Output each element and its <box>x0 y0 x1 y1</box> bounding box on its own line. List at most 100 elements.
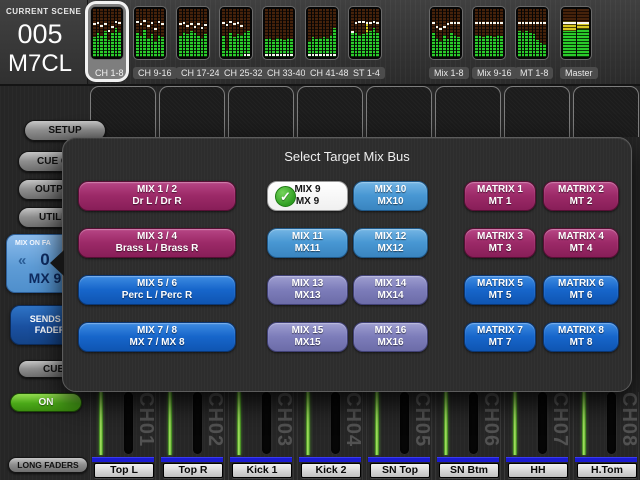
nav-block-mix-9-16[interactable]: Mix 9-16 <box>470 4 508 79</box>
nav-block-label: CH 9-16 <box>133 63 167 81</box>
meter-level <box>436 38 439 57</box>
meter-bar <box>158 9 161 57</box>
nav-block-ch-9-16[interactable]: CH 9-16 <box>131 4 169 79</box>
meter-bar <box>233 9 236 57</box>
on-button[interactable]: ON <box>10 393 82 412</box>
mix-bus-button-mix-11[interactable]: MIX 11MX11 <box>267 228 348 258</box>
fader-position-mark <box>97 22 100 24</box>
nav-block-ch-33-40[interactable]: CH 33-40 <box>260 4 298 79</box>
meter-level <box>493 37 496 57</box>
nav-block-ch-17-24[interactable]: CH 17-24 <box>174 4 212 79</box>
mix-bus-button-matrix-4[interactable]: MATRIX 4MT 4 <box>543 228 619 258</box>
meter-bar <box>115 9 118 57</box>
meter-bar <box>140 9 143 57</box>
nav-block-label: Mix 1-8 <box>429 63 463 81</box>
meter-bar <box>222 9 225 57</box>
channel-name-label[interactable]: Kick 2 <box>301 463 361 478</box>
channel-name-label[interactable]: HH <box>508 463 568 478</box>
nav-block-label: MT 1-8 <box>515 63 549 81</box>
channel-name-label[interactable]: Kick 1 <box>232 463 292 478</box>
mix-bus-name: MATRIX 3 <box>477 231 523 244</box>
channel-name-label[interactable]: Top L <box>94 463 154 478</box>
mix-bus-name: MATRIX 7 <box>477 325 523 338</box>
mix-bus-custom-label: MX10 <box>377 196 403 209</box>
mix-bus-custom-label: MT 8 <box>570 337 593 350</box>
mix-bus-button-matrix-5[interactable]: MATRIX 5MT 5 <box>464 275 536 305</box>
fader-position-mark <box>272 54 275 56</box>
meter-display <box>133 6 167 60</box>
channel-strip-top <box>228 86 294 137</box>
dialog-pointer-arrow <box>50 250 64 276</box>
mix-bus-button-mix-14[interactable]: MIX 14MX14 <box>353 275 428 305</box>
long-faders-button[interactable]: LONG FADERS <box>8 457 88 473</box>
nav-block-mt-1-8[interactable]: MT 1-8 <box>513 4 551 79</box>
fader-position-mark <box>443 26 446 28</box>
mix-bus-button-mix-5-6[interactable]: MIX 5 / 6Perc L / Perc R <box>78 275 236 305</box>
meter-bar <box>369 9 372 57</box>
mix-bus-button-matrix-6[interactable]: MATRIX 6MT 6 <box>543 275 619 305</box>
nav-block-ch-25-32[interactable]: CH 25-32 <box>217 4 255 79</box>
mix-bus-button-mix-1-2[interactable]: MIX 1 / 2Dr L / Dr R <box>78 181 236 211</box>
nav-block-st-1-4[interactable]: ST 1-4 <box>346 4 384 79</box>
channel-number-label: CH03 <box>276 392 292 456</box>
fader-slot[interactable] <box>400 392 409 454</box>
mix-bus-name: MIX 12 <box>375 231 407 244</box>
mix-bus-button-mix-15[interactable]: MIX 15MX15 <box>267 322 348 352</box>
nav-block-mix-1-8[interactable]: Mix 1-8 <box>427 4 465 79</box>
fader-position-mark <box>151 22 154 24</box>
channel-name-label[interactable]: Top R <box>163 463 223 478</box>
meter-bar <box>563 9 576 57</box>
meter-level <box>118 32 121 57</box>
fader-slot[interactable] <box>607 392 616 454</box>
fader-position-mark <box>204 24 207 26</box>
meter-display <box>262 6 296 60</box>
meter-bar <box>194 9 197 57</box>
meter-level <box>454 35 457 57</box>
fader-slot[interactable] <box>124 392 133 454</box>
mix-bus-button-matrix-2[interactable]: MATRIX 2MT 2 <box>543 181 619 211</box>
channel-name-label[interactable]: SN Btm <box>439 463 499 478</box>
fader-position-mark <box>533 22 536 24</box>
fader-slot[interactable] <box>262 392 271 454</box>
channel-name-label[interactable]: H.Tom <box>577 463 637 478</box>
nav-block-master[interactable]: Master <box>558 4 594 79</box>
fader-slot[interactable] <box>469 392 478 454</box>
mix-bus-name: MIX 11 <box>292 231 323 244</box>
mix-bus-button-mix-12[interactable]: MIX 12MX12 <box>353 228 428 258</box>
fader-slot[interactable] <box>538 392 547 454</box>
mix-bus-name: MATRIX 8 <box>558 325 604 338</box>
fader-position-mark <box>197 23 200 25</box>
meter-bar <box>93 9 96 57</box>
meter-bar <box>111 9 114 57</box>
fader-slot[interactable] <box>193 392 202 454</box>
nav-block-label: CH 33-40 <box>262 63 296 81</box>
mix-bus-button-matrix-1[interactable]: MATRIX 1MT 1 <box>464 181 536 211</box>
meter-level <box>443 35 446 57</box>
nav-block-ch-1-8[interactable]: CH 1-8 <box>88 4 126 79</box>
fader-position-mark <box>454 22 457 24</box>
mix-bus-button-mix-13[interactable]: MIX 13MX13 <box>267 275 348 305</box>
meter-level <box>432 33 435 57</box>
channel-name-label[interactable]: SN Top <box>370 463 430 478</box>
mix-bus-button-mix-3-4[interactable]: MIX 3 / 4Brass L / Brass R <box>78 228 236 258</box>
mix-bus-button-matrix-7[interactable]: MATRIX 7MT 7 <box>464 322 536 352</box>
meter-bar <box>493 9 496 57</box>
meter-level <box>197 36 200 57</box>
mix-bus-button-matrix-8[interactable]: MATRIX 8MT 8 <box>543 322 619 352</box>
fader-position-mark <box>115 21 118 23</box>
mix-bus-button-mix-7-8[interactable]: MIX 7 / 8MX 7 / MX 8 <box>78 322 236 352</box>
fader-slot[interactable] <box>331 392 340 454</box>
mix-bus-button-mix-16[interactable]: MIX 16MX16 <box>353 322 428 352</box>
mix-bus-button-mix-9[interactable]: ✓MIX 9MX 9 <box>267 181 348 211</box>
mix-bus-name: MIX 7 / 8 <box>137 325 177 338</box>
mix-bus-button-matrix-3[interactable]: MATRIX 3MT 3 <box>464 228 536 258</box>
fader-position-mark <box>143 20 146 22</box>
console-model-label: M7CL <box>0 50 80 78</box>
meter-level <box>369 31 372 57</box>
nav-block-ch-41-48[interactable]: CH 41-48 <box>303 4 341 79</box>
channel-color-bar <box>506 457 568 462</box>
mix-bus-custom-label: Perc L / Perc R <box>122 290 192 303</box>
meter-level <box>222 36 225 57</box>
fader-position-mark <box>240 25 243 27</box>
mix-bus-button-mix-10[interactable]: MIX 10MX10 <box>353 181 428 211</box>
